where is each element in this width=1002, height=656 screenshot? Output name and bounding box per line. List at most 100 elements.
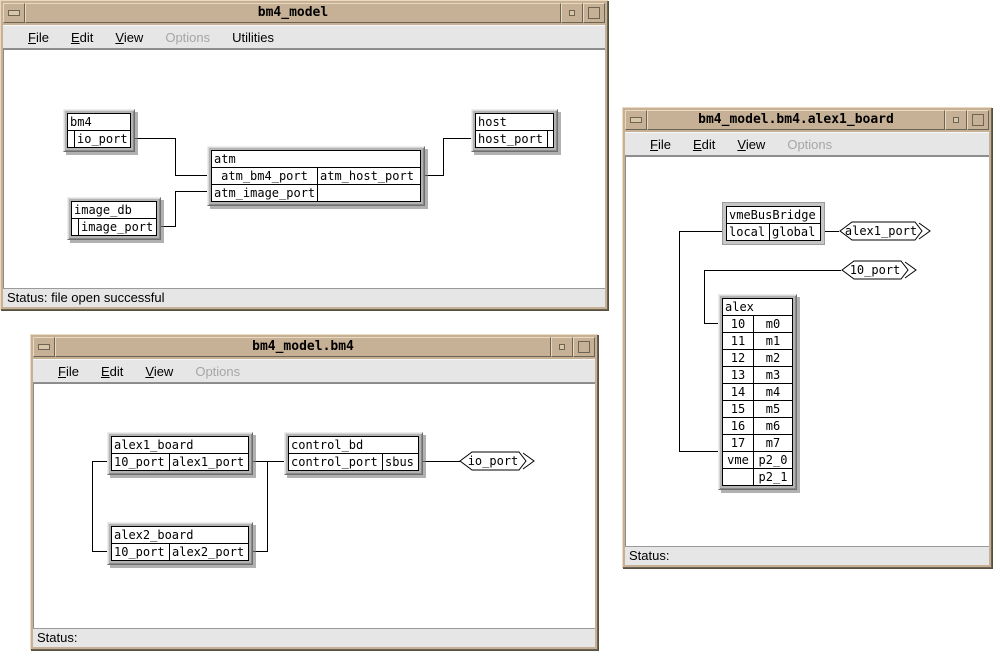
node-title: image_db [72,202,156,218]
port-m3[interactable]: m3 [753,367,792,383]
port-10_port[interactable]: 10_port [112,544,169,560]
menu-file[interactable]: File [647,135,674,154]
connector [135,138,175,139]
titlebar[interactable]: bm4_model [3,3,605,23]
connector [704,270,705,324]
connector [253,551,268,552]
titlebar[interactable]: bm4_model.bm4 [33,337,595,357]
port-p2_0[interactable]: p2_0 [753,452,792,468]
port-atm_host_port[interactable]: atm_host_port [317,168,420,184]
empty-cell [723,469,753,485]
connector [425,175,443,176]
window-menu-icon [8,10,20,16]
schematic-canvas[interactable]: alex1_board 10_port alex1_port alex2_boa… [33,383,595,628]
menu-edit[interactable]: Edit [98,362,126,381]
node-vmeBusBridge[interactable]: vmeBusBridge local global [722,202,825,245]
node-alex[interactable]: alex 10m0 11m1 12m2 13m3 14m4 15m5 16m6 … [718,294,797,490]
port-atm_image_port[interactable]: atm_image_port [212,185,317,201]
port-global[interactable]: global [769,224,820,240]
minimize-icon [569,10,575,16]
connector [704,323,718,324]
minimize-button[interactable] [561,3,583,23]
port-image_port[interactable]: image_port [78,219,156,235]
connector [443,138,444,176]
port-10[interactable]: 10 [723,316,753,332]
maximize-button[interactable] [573,337,595,357]
port-m5[interactable]: m5 [753,401,792,417]
node-alex1_board[interactable]: alex1_board 10_port alex1_port [107,432,253,475]
port-alex2_port[interactable]: alex2_port [169,544,248,560]
port-m0[interactable]: m0 [753,316,792,332]
port-m7[interactable]: m7 [753,435,792,451]
node-title: control_bd [289,437,418,453]
port-m6[interactable]: m6 [753,418,792,434]
menu-view[interactable]: View [112,28,146,47]
connector [175,191,176,227]
port-17[interactable]: 17 [723,435,753,451]
node-bm4[interactable]: bm4 io_port [63,109,135,152]
minimize-button[interactable] [945,110,967,130]
node-image_db[interactable]: image_db image_port [67,197,161,240]
maximize-button[interactable] [967,110,989,130]
port-13[interactable]: 13 [723,367,753,383]
window-menu-icon [38,344,50,350]
titlebar[interactable]: bm4_model.bm4.alex1_board [625,110,989,130]
port-16[interactable]: 16 [723,418,753,434]
port-vme[interactable]: vme [723,452,753,468]
menu-view[interactable]: View [734,135,768,154]
port-m2[interactable]: m2 [753,350,792,366]
node-title: vmeBusBridge [727,207,820,223]
connector [92,461,108,462]
window-menu-button[interactable] [625,110,647,130]
port-io_port[interactable]: io_port [74,131,130,147]
connector [92,551,108,552]
node-control_bd[interactable]: control_bd control_port sbus [284,432,423,475]
maximize-icon [588,7,600,19]
schematic-canvas[interactable]: vmeBusBridge local global alex1_port 10_… [625,156,989,546]
connector [161,226,175,227]
port-atm_bm4_port[interactable]: atm_bm4_port [212,168,317,184]
window-bm4-model-bm4-alex1-board: bm4_model.bm4.alex1_board File Edit View… [622,107,992,568]
port-14[interactable]: 14 [723,384,753,400]
window-menu-icon [630,117,642,123]
hexagon-alex1_port[interactable]: alex1_port [839,221,931,241]
port-control_port[interactable]: control_port [289,454,382,470]
port-12[interactable]: 12 [723,350,753,366]
maximize-button[interactable] [583,3,605,23]
hexagon-10_port[interactable]: 10_port [841,260,917,280]
node-title: atm [212,151,420,167]
node-alex2_board[interactable]: alex2_board 10_port alex2_port [107,522,253,565]
maximize-icon [972,114,984,126]
menu-edit[interactable]: Edit [68,28,96,47]
menu-file[interactable]: File [55,362,82,381]
menu-utilities[interactable]: Utilities [229,28,277,47]
port-p2_1[interactable]: p2_1 [753,469,792,485]
minimize-button[interactable] [551,337,573,357]
window-menu-button[interactable] [33,337,55,357]
port-11[interactable]: 11 [723,333,753,349]
menu-edit[interactable]: Edit [690,135,718,154]
menu-file[interactable]: File [25,28,52,47]
window-title: bm4_model.bm4.alex1_board [647,110,945,130]
hexagon-io_port[interactable]: io_port [459,451,535,471]
port-sbus[interactable]: sbus [382,454,418,470]
menu-view[interactable]: View [142,362,176,381]
connector [92,461,93,552]
schematic-canvas[interactable]: bm4 io_port image_db image_port atm atm_… [3,49,605,288]
node-host[interactable]: host host_port [471,109,558,152]
port-10_port[interactable]: 10_port [112,454,169,470]
port-local[interactable]: local [727,224,769,240]
connector [175,175,207,176]
port-15[interactable]: 15 [723,401,753,417]
port-host_port[interactable]: host_port [476,131,547,147]
connector [443,138,471,139]
port-m4[interactable]: m4 [753,384,792,400]
empty-cell [317,185,420,201]
menu-options: Options [784,135,835,154]
hexagon-label: alex1_port [839,221,923,241]
window-menu-button[interactable] [3,3,25,23]
port-alex1_port[interactable]: alex1_port [169,454,248,470]
hexagon-label: 10_port [841,260,909,280]
port-m1[interactable]: m1 [753,333,792,349]
node-atm[interactable]: atm atm_bm4_port atm_host_port atm_image… [207,146,425,206]
